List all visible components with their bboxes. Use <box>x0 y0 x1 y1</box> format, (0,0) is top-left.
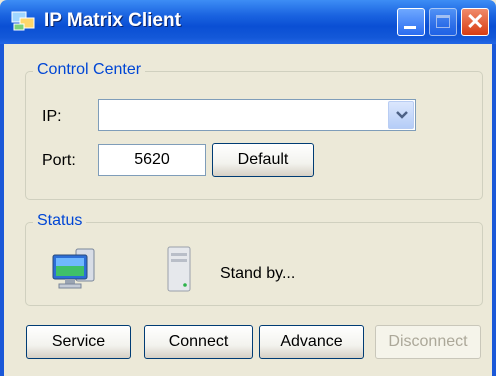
minimize-button[interactable] <box>397 8 425 36</box>
status-legend: Status <box>33 212 87 230</box>
title-bar[interactable]: IP Matrix Client ✕ <box>0 0 496 44</box>
close-icon: ✕ <box>466 9 485 34</box>
app-icon <box>10 8 36 34</box>
port-label: Port: <box>42 152 76 169</box>
service-button[interactable]: Service <box>26 325 131 359</box>
ip-dropdown-button[interactable] <box>388 101 414 129</box>
status-text: Stand by... <box>220 265 296 282</box>
window-border-right <box>492 44 496 376</box>
disconnect-button: Disconnect <box>375 325 481 359</box>
connect-button[interactable]: Connect <box>144 325 253 359</box>
ip-label: IP: <box>42 108 62 125</box>
maximize-icon <box>436 15 450 28</box>
app-window: IP Matrix Client ✕ Control Center IP: Po… <box>0 0 496 376</box>
control-center-legend: Control Center <box>33 61 146 79</box>
minimize-icon <box>404 26 416 29</box>
advance-button[interactable]: Advance <box>259 325 364 359</box>
window-title: IP Matrix Client <box>44 10 181 31</box>
chevron-down-icon <box>396 111 408 119</box>
server-icon <box>164 245 194 298</box>
computer-icon <box>50 247 98 296</box>
default-button[interactable]: Default <box>212 143 314 177</box>
port-input[interactable]: 5620 <box>98 144 206 176</box>
window-border-left <box>0 44 4 376</box>
control-center-group <box>25 71 483 200</box>
close-button[interactable]: ✕ <box>461 8 489 36</box>
maximize-button <box>429 8 457 36</box>
ip-combobox[interactable] <box>98 99 416 131</box>
